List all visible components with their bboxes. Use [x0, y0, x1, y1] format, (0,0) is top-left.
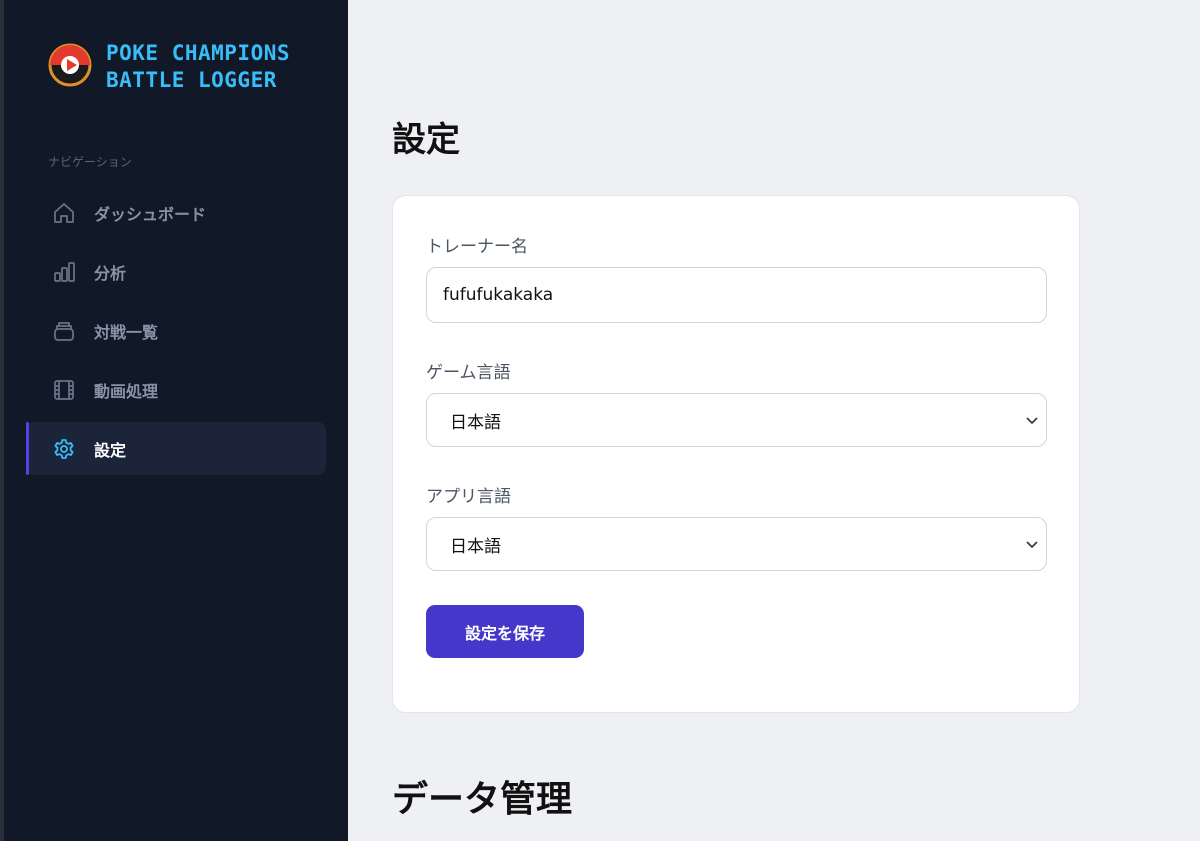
trainer-name-label: トレーナー名: [426, 237, 528, 257]
sidebar-nav: ダッシュボード 分析 対戦一覧 動画処理 設定: [26, 186, 326, 481]
app-language-select[interactable]: 日本語: [426, 517, 1047, 571]
app-title-line2: BATTLE LOGGER: [106, 68, 277, 92]
sidebar-item-settings[interactable]: 設定: [26, 422, 326, 475]
sidebar-item-analysis[interactable]: 分析: [26, 245, 326, 298]
game-language-label: ゲーム言語: [426, 363, 511, 383]
app-title-line1: POKE CHAMPIONS: [106, 41, 291, 65]
sidebar-item-label: 動画処理: [94, 381, 159, 401]
app-logo-icon: [48, 43, 92, 87]
sidebar-item-label: 設定: [94, 440, 127, 460]
gear-icon: [52, 437, 76, 461]
sidebar-item-label: 対戦一覧: [94, 322, 159, 342]
app-title: POKE CHAMPIONS BATTLE LOGGER: [106, 40, 290, 94]
main-content: 設定 トレーナー名 ゲーム言語 日本語 アプリ言語 日本語 設定を保存 データ管…: [348, 0, 1200, 841]
sidebar-item-video[interactable]: 動画処理: [26, 363, 326, 416]
brand[interactable]: POKE CHAMPIONS BATTLE LOGGER: [48, 40, 290, 94]
game-language-select[interactable]: 日本語: [426, 393, 1047, 447]
bar-chart-icon: [52, 260, 76, 284]
sidebar-item-label: ダッシュボード: [94, 204, 207, 224]
home-icon: [52, 201, 76, 225]
save-settings-button[interactable]: 設定を保存: [426, 605, 584, 658]
game-language-value: 日本語: [450, 412, 501, 433]
app-language-label: アプリ言語: [426, 487, 511, 507]
data-management-title: データ管理: [392, 779, 573, 820]
app-language-value: 日本語: [450, 536, 501, 557]
settings-card: トレーナー名 ゲーム言語 日本語 アプリ言語 日本語 設定を保存: [392, 195, 1080, 713]
film-icon: [52, 378, 76, 402]
trainer-name-input[interactable]: [426, 267, 1047, 323]
app-root: POKE CHAMPIONS BATTLE LOGGER ナビゲーション ダッシ…: [0, 0, 1200, 841]
chevron-down-icon: [1026, 541, 1038, 549]
sidebar: POKE CHAMPIONS BATTLE LOGGER ナビゲーション ダッシ…: [0, 0, 348, 841]
sidebar-item-battles[interactable]: 対戦一覧: [26, 304, 326, 357]
stack-icon: [52, 319, 76, 343]
sidebar-item-label: 分析: [94, 263, 127, 283]
page-title: 設定: [392, 120, 460, 160]
sidebar-item-dashboard[interactable]: ダッシュボード: [26, 186, 326, 239]
chevron-down-icon: [1026, 417, 1038, 425]
nav-section-label: ナビゲーション: [48, 155, 132, 169]
